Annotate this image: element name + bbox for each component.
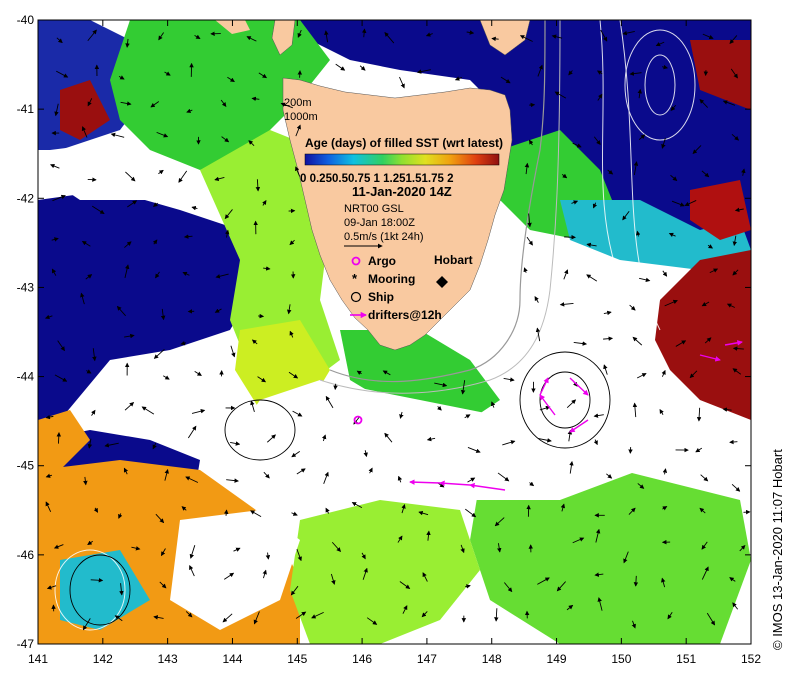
colorbar <box>304 153 500 166</box>
x-tick-label: 143 <box>158 652 178 666</box>
velocity-arrow <box>90 577 104 583</box>
legend-drifters: drifters@12h <box>368 308 442 322</box>
x-tick-label: 150 <box>611 652 631 666</box>
y-tick-label: -44 <box>17 370 35 384</box>
product-time: 09-Jan 18:00Z <box>344 217 415 229</box>
x-tick-label: 144 <box>222 652 242 666</box>
product-name: NRT00 GSL <box>344 203 404 215</box>
colorbar-title: Age (days) of filled SST (wrt latest) <box>305 136 503 150</box>
x-tick-label: 145 <box>287 652 307 666</box>
x-tick-label: 152 <box>741 652 761 666</box>
depth-legend-1000: 1000m <box>284 111 318 123</box>
velocity-arrow <box>223 509 229 516</box>
x-tick-label: 149 <box>547 652 567 666</box>
x-tick-label: 141 <box>28 652 48 666</box>
x-tick-label: 148 <box>482 652 502 666</box>
credit-text: © IMOS 13-Jan-2020 11:07 Hobart <box>770 449 785 650</box>
y-tick-label: -40 <box>17 13 35 27</box>
y-tick-label: -46 <box>17 548 35 562</box>
y-tick-label: -45 <box>17 459 35 473</box>
sst-map: 200m 1000m Age (days) of filled SST (wrt… <box>17 13 762 666</box>
y-tick-label: -41 <box>17 102 35 116</box>
velocity-arrow <box>56 432 62 444</box>
velocity-arrow <box>564 234 576 240</box>
x-tick-label: 146 <box>352 652 372 666</box>
legend-mooring: Mooring <box>368 272 415 286</box>
velocity-scale-label: 0.5m/s (1kt 24h) <box>344 231 423 243</box>
legend-ship: Ship <box>368 290 394 304</box>
depth-legend-200: 200m <box>284 97 312 109</box>
y-tick-label: -43 <box>17 280 35 294</box>
x-tick-label: 147 <box>417 652 437 666</box>
x-tick-label: 151 <box>676 652 696 666</box>
velocity-arrow <box>729 439 738 445</box>
x-tick-label: 142 <box>93 652 113 666</box>
map-date: 11-Jan-2020 14Z <box>352 184 452 199</box>
y-tick-label: -47 <box>17 637 35 651</box>
velocity-arrow <box>633 575 639 587</box>
y-tick-label: -42 <box>17 191 35 205</box>
hobart-label: Hobart <box>434 253 473 267</box>
legend-argo: Argo <box>368 254 396 268</box>
